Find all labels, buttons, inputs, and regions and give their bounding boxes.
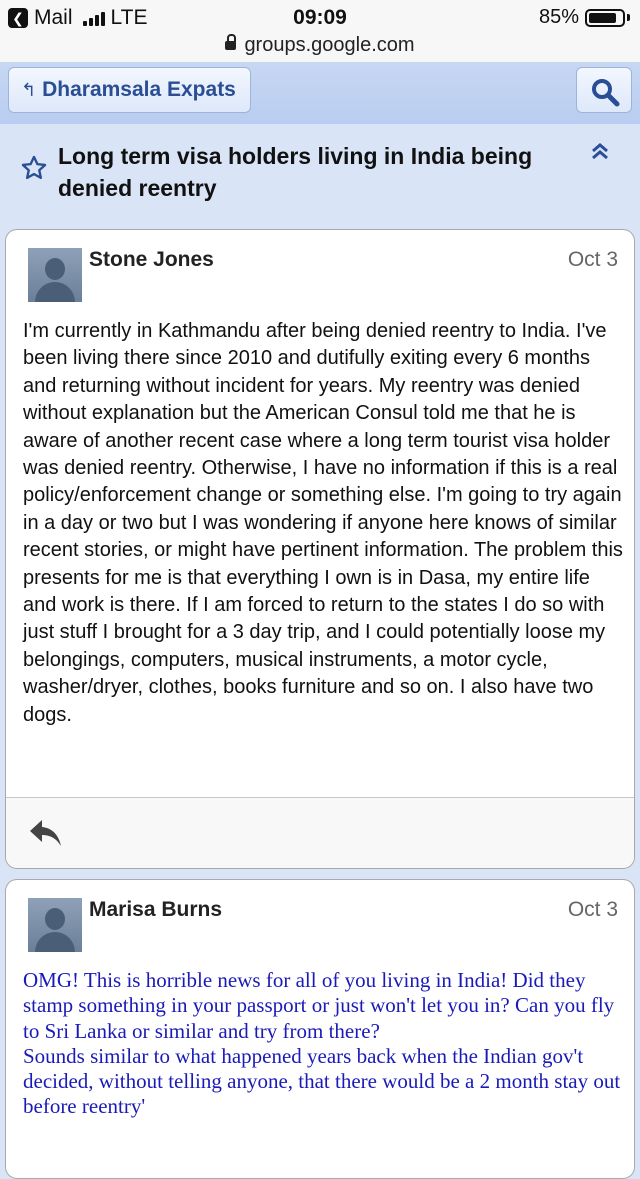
post-date: Oct 3 — [567, 898, 618, 921]
battery-icon — [585, 8, 625, 27]
group-name[interactable]: Dharamsala Expats — [42, 78, 236, 102]
search-icon — [592, 79, 620, 107]
group-header: ↰ Dharamsala Expats — [0, 62, 640, 124]
post-body: OMG! This is horrible news for all of yo… — [23, 968, 623, 1120]
search-button[interactable] — [576, 67, 632, 113]
url-text[interactable]: groups.google.com — [244, 34, 414, 56]
return-arrow-icon: ↰ — [21, 79, 37, 100]
post-date: Oct 3 — [567, 248, 618, 271]
post-body: I'm currently in Kathmandu after being d… — [23, 320, 623, 726]
avatar[interactable] — [28, 898, 82, 952]
post-author[interactable]: Stone Jones — [89, 248, 214, 272]
post-card: Marisa Burns Oct 3 OMG! This is horrible… — [5, 879, 635, 1179]
star-icon[interactable] — [20, 154, 48, 182]
address-bar[interactable]: groups.google.com — [0, 34, 640, 57]
post-card: Stone Jones Oct 3 I'm currently in Kathm… — [5, 229, 635, 869]
lock-icon — [225, 34, 237, 50]
post-body-paragraph: OMG! This is horrible news for all of yo… — [23, 968, 615, 1043]
collapse-all-icon[interactable] — [590, 142, 610, 162]
post-author[interactable]: Marisa Burns — [89, 898, 222, 922]
group-back-button[interactable]: ↰ Dharamsala Expats — [8, 67, 251, 113]
status-bar: ❮ Mail LTE 09:09 85% groups.google.com — [0, 0, 640, 62]
thread-header: Long term visa holders living in India b… — [0, 124, 640, 229]
post-actions — [6, 797, 634, 868]
avatar[interactable] — [28, 248, 82, 302]
thread-title: Long term visa holders living in India b… — [58, 143, 533, 201]
battery-status: 85% — [539, 6, 630, 29]
reply-icon[interactable] — [28, 818, 64, 848]
post-body-paragraph: Sounds similar to what happened years ba… — [23, 1043, 621, 1119]
battery-percent: 85% — [538, 6, 579, 28]
